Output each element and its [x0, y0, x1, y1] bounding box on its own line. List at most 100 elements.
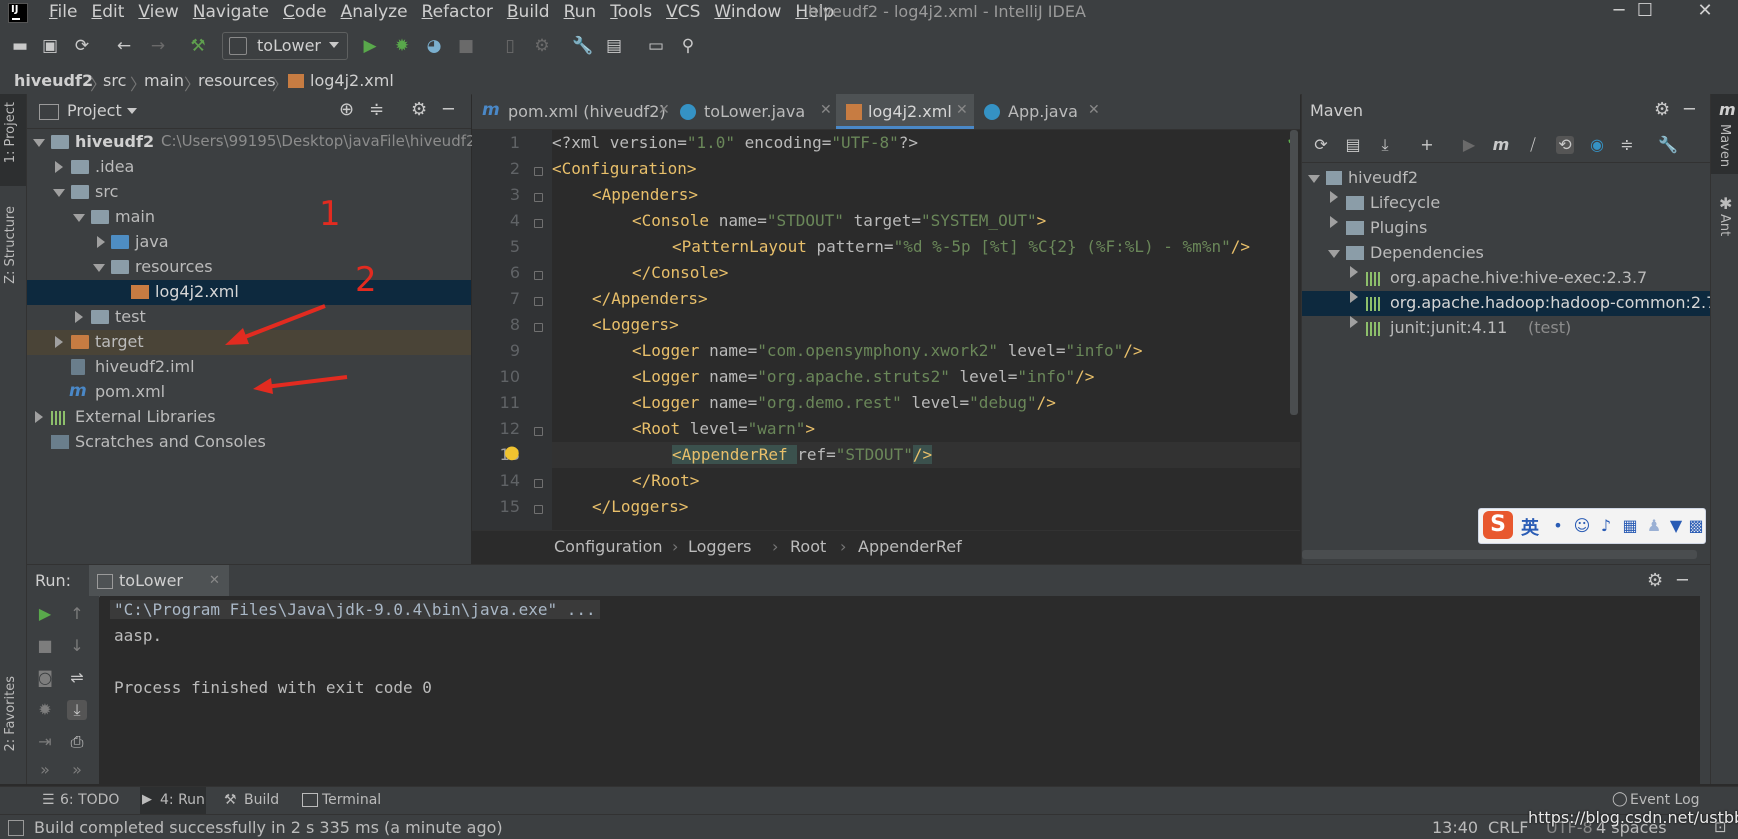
- menu-view[interactable]: View: [131, 2, 185, 22]
- add-project-folder-icon[interactable]: ▤: [1344, 136, 1362, 154]
- maven-item-hive-exec[interactable]: org.apache.hive:hive-exec:2.3.7: [1302, 266, 1710, 291]
- crumb-root[interactable]: Root: [790, 537, 826, 556]
- breadcrumb-resources[interactable]: resources: [198, 71, 276, 90]
- editor-scrollbar[interactable]: [1290, 130, 1298, 415]
- project-panel-title[interactable]: Project: [67, 101, 122, 120]
- status-toggle-icon[interactable]: [8, 820, 24, 836]
- close-tab-icon[interactable]: ✕: [956, 102, 968, 118]
- gear-icon[interactable]: ⚙: [1654, 99, 1670, 120]
- fold-marker-icon[interactable]: [534, 505, 543, 514]
- tool-tab-terminal[interactable]: Terminal: [322, 792, 381, 808]
- fold-marker-icon[interactable]: [534, 219, 543, 228]
- run-tab[interactable]: toLower ✕: [89, 565, 229, 597]
- breadcrumb-main[interactable]: main: [144, 71, 184, 90]
- chevron-down-icon[interactable]: [1328, 250, 1340, 258]
- chevron-down-icon[interactable]: [127, 108, 137, 114]
- skip-tests-icon[interactable]: ⧸: [1524, 136, 1542, 154]
- offline-mode-icon[interactable]: ⟲: [1556, 136, 1574, 154]
- tree-item-src[interactable]: src: [27, 180, 471, 205]
- fold-marker-icon[interactable]: [534, 271, 543, 280]
- settings-wrench-icon[interactable]: 🔧: [572, 36, 593, 56]
- print-icon[interactable]: ⎙: [67, 732, 87, 752]
- maven-tool-tab[interactable]: Maven: [1717, 124, 1732, 167]
- favorites-tool-tab[interactable]: 2: Favorites: [3, 676, 18, 752]
- open-folder-icon[interactable]: ▬: [10, 36, 30, 56]
- menu-grid-icon[interactable]: ▩: [1687, 517, 1705, 535]
- menu-file[interactable]: File: [42, 2, 84, 22]
- exit-icon[interactable]: ⇥: [35, 732, 55, 752]
- terminal-window-icon[interactable]: ▭: [646, 36, 666, 56]
- soft-wrap-icon[interactable]: ⇌: [67, 668, 87, 688]
- more-icon[interactable]: »: [67, 760, 87, 780]
- breadcrumb-file[interactable]: log4j2.xml: [310, 71, 394, 90]
- keyboard-icon[interactable]: ▦: [1621, 517, 1639, 535]
- gear-icon[interactable]: ⚙: [1647, 570, 1663, 591]
- back-icon[interactable]: ←: [114, 36, 134, 56]
- hide-panel-icon[interactable]: ─: [443, 99, 454, 120]
- fold-marker-icon[interactable]: [534, 167, 543, 176]
- close-tab-icon[interactable]: ✕: [1088, 102, 1100, 118]
- tool-tab-todo[interactable]: 6: TODO: [60, 792, 119, 808]
- maven-item-plugins[interactable]: Plugins: [1302, 216, 1710, 241]
- fold-marker-icon[interactable]: [534, 479, 543, 488]
- tree-item-external-libraries[interactable]: External Libraries: [27, 405, 471, 430]
- camera-icon[interactable]: ◙: [35, 668, 55, 688]
- scroll-down-icon[interactable]: ↓: [67, 636, 87, 656]
- chevron-right-icon[interactable]: [97, 236, 105, 248]
- crumb-appenderref[interactable]: AppenderRef: [858, 537, 962, 556]
- maven-item-junit[interactable]: junit:junit:4.11 (test): [1302, 316, 1710, 341]
- hide-panel-icon[interactable]: ─: [1684, 99, 1695, 120]
- tab-pom-xml[interactable]: m pom.xml (hiveudf2) ✕: [472, 94, 670, 129]
- forward-icon[interactable]: →: [148, 36, 168, 56]
- close-button[interactable]: ✕: [1680, 0, 1730, 24]
- breadcrumb-src[interactable]: src: [103, 71, 126, 90]
- menu-refactor[interactable]: Refactor: [415, 2, 500, 22]
- tree-item-hiveudf2[interactable]: hiveudf2 C:\Users\99195\Desktop\javaFile…: [27, 130, 476, 155]
- reload-icon[interactable]: ⟳: [1312, 136, 1330, 154]
- tree-item-resources[interactable]: resources: [27, 255, 471, 280]
- chevron-right-icon[interactable]: [1350, 316, 1358, 328]
- chevron-down-icon[interactable]: [93, 264, 105, 272]
- project-tool-tab[interactable]: 1: Project: [3, 102, 18, 163]
- project-structure-icon[interactable]: ⚙: [532, 36, 552, 56]
- chevron-right-icon[interactable]: [55, 336, 63, 348]
- scroll-to-end-icon[interactable]: ⤓: [67, 700, 87, 720]
- scroll-up-icon[interactable]: ↑: [67, 604, 87, 624]
- emoji-icon[interactable]: ☺: [1573, 517, 1591, 535]
- tool-tab-build[interactable]: Build: [244, 792, 279, 808]
- rerun-icon[interactable]: ▶: [35, 604, 55, 624]
- search-icon[interactable]: ⚲: [678, 36, 698, 56]
- maven-scrollbar[interactable]: [1302, 550, 1697, 559]
- chevron-right-icon[interactable]: [1330, 191, 1338, 203]
- structure-tool-tab[interactable]: Z: Structure: [3, 206, 18, 284]
- more-icon[interactable]: »: [35, 760, 55, 780]
- close-tab-icon[interactable]: ✕: [658, 102, 670, 118]
- chevron-right-icon[interactable]: [1350, 291, 1358, 303]
- collapse-all-icon[interactable]: ≑: [1618, 136, 1636, 154]
- download-icon[interactable]: ⤓: [1376, 136, 1394, 154]
- tree-item-java[interactable]: java: [27, 230, 471, 255]
- tab-log4j2-xml[interactable]: log4j2.xml ✕: [836, 94, 974, 129]
- ant-tool-tab[interactable]: Ant: [1717, 214, 1732, 236]
- add-icon[interactable]: +: [1418, 136, 1436, 154]
- tool-tab-event-log[interactable]: Event Log: [1630, 792, 1700, 808]
- collapse-all-icon[interactable]: ≑: [369, 99, 384, 120]
- crumb-configuration[interactable]: Configuration: [554, 537, 663, 556]
- code-editor[interactable]: <?xml version="1.0" encoding="UTF-8"?> <…: [552, 130, 1300, 530]
- menu-analyze[interactable]: Analyze: [334, 2, 415, 22]
- menu-code[interactable]: Code: [276, 2, 334, 22]
- thread-icon[interactable]: ◉: [1588, 136, 1606, 154]
- chevron-right-icon[interactable]: [1350, 266, 1358, 278]
- save-icon[interactable]: ▣: [40, 36, 60, 56]
- chevron-right-icon[interactable]: [75, 311, 83, 323]
- project-folder-icon[interactable]: ▤: [604, 36, 624, 56]
- debug-icon[interactable]: ✹: [392, 36, 412, 56]
- maven-goal-icon[interactable]: m: [1492, 136, 1510, 154]
- menu-tools[interactable]: Tools: [603, 2, 659, 22]
- fold-marker-icon[interactable]: [534, 297, 543, 306]
- chevron-down-icon[interactable]: [53, 189, 65, 197]
- coverage-icon[interactable]: ◕: [424, 36, 444, 56]
- tree-item-idea[interactable]: .idea: [27, 155, 471, 180]
- menu-vcs[interactable]: VCS: [659, 2, 707, 22]
- hide-panel-icon[interactable]: ─: [1677, 570, 1688, 591]
